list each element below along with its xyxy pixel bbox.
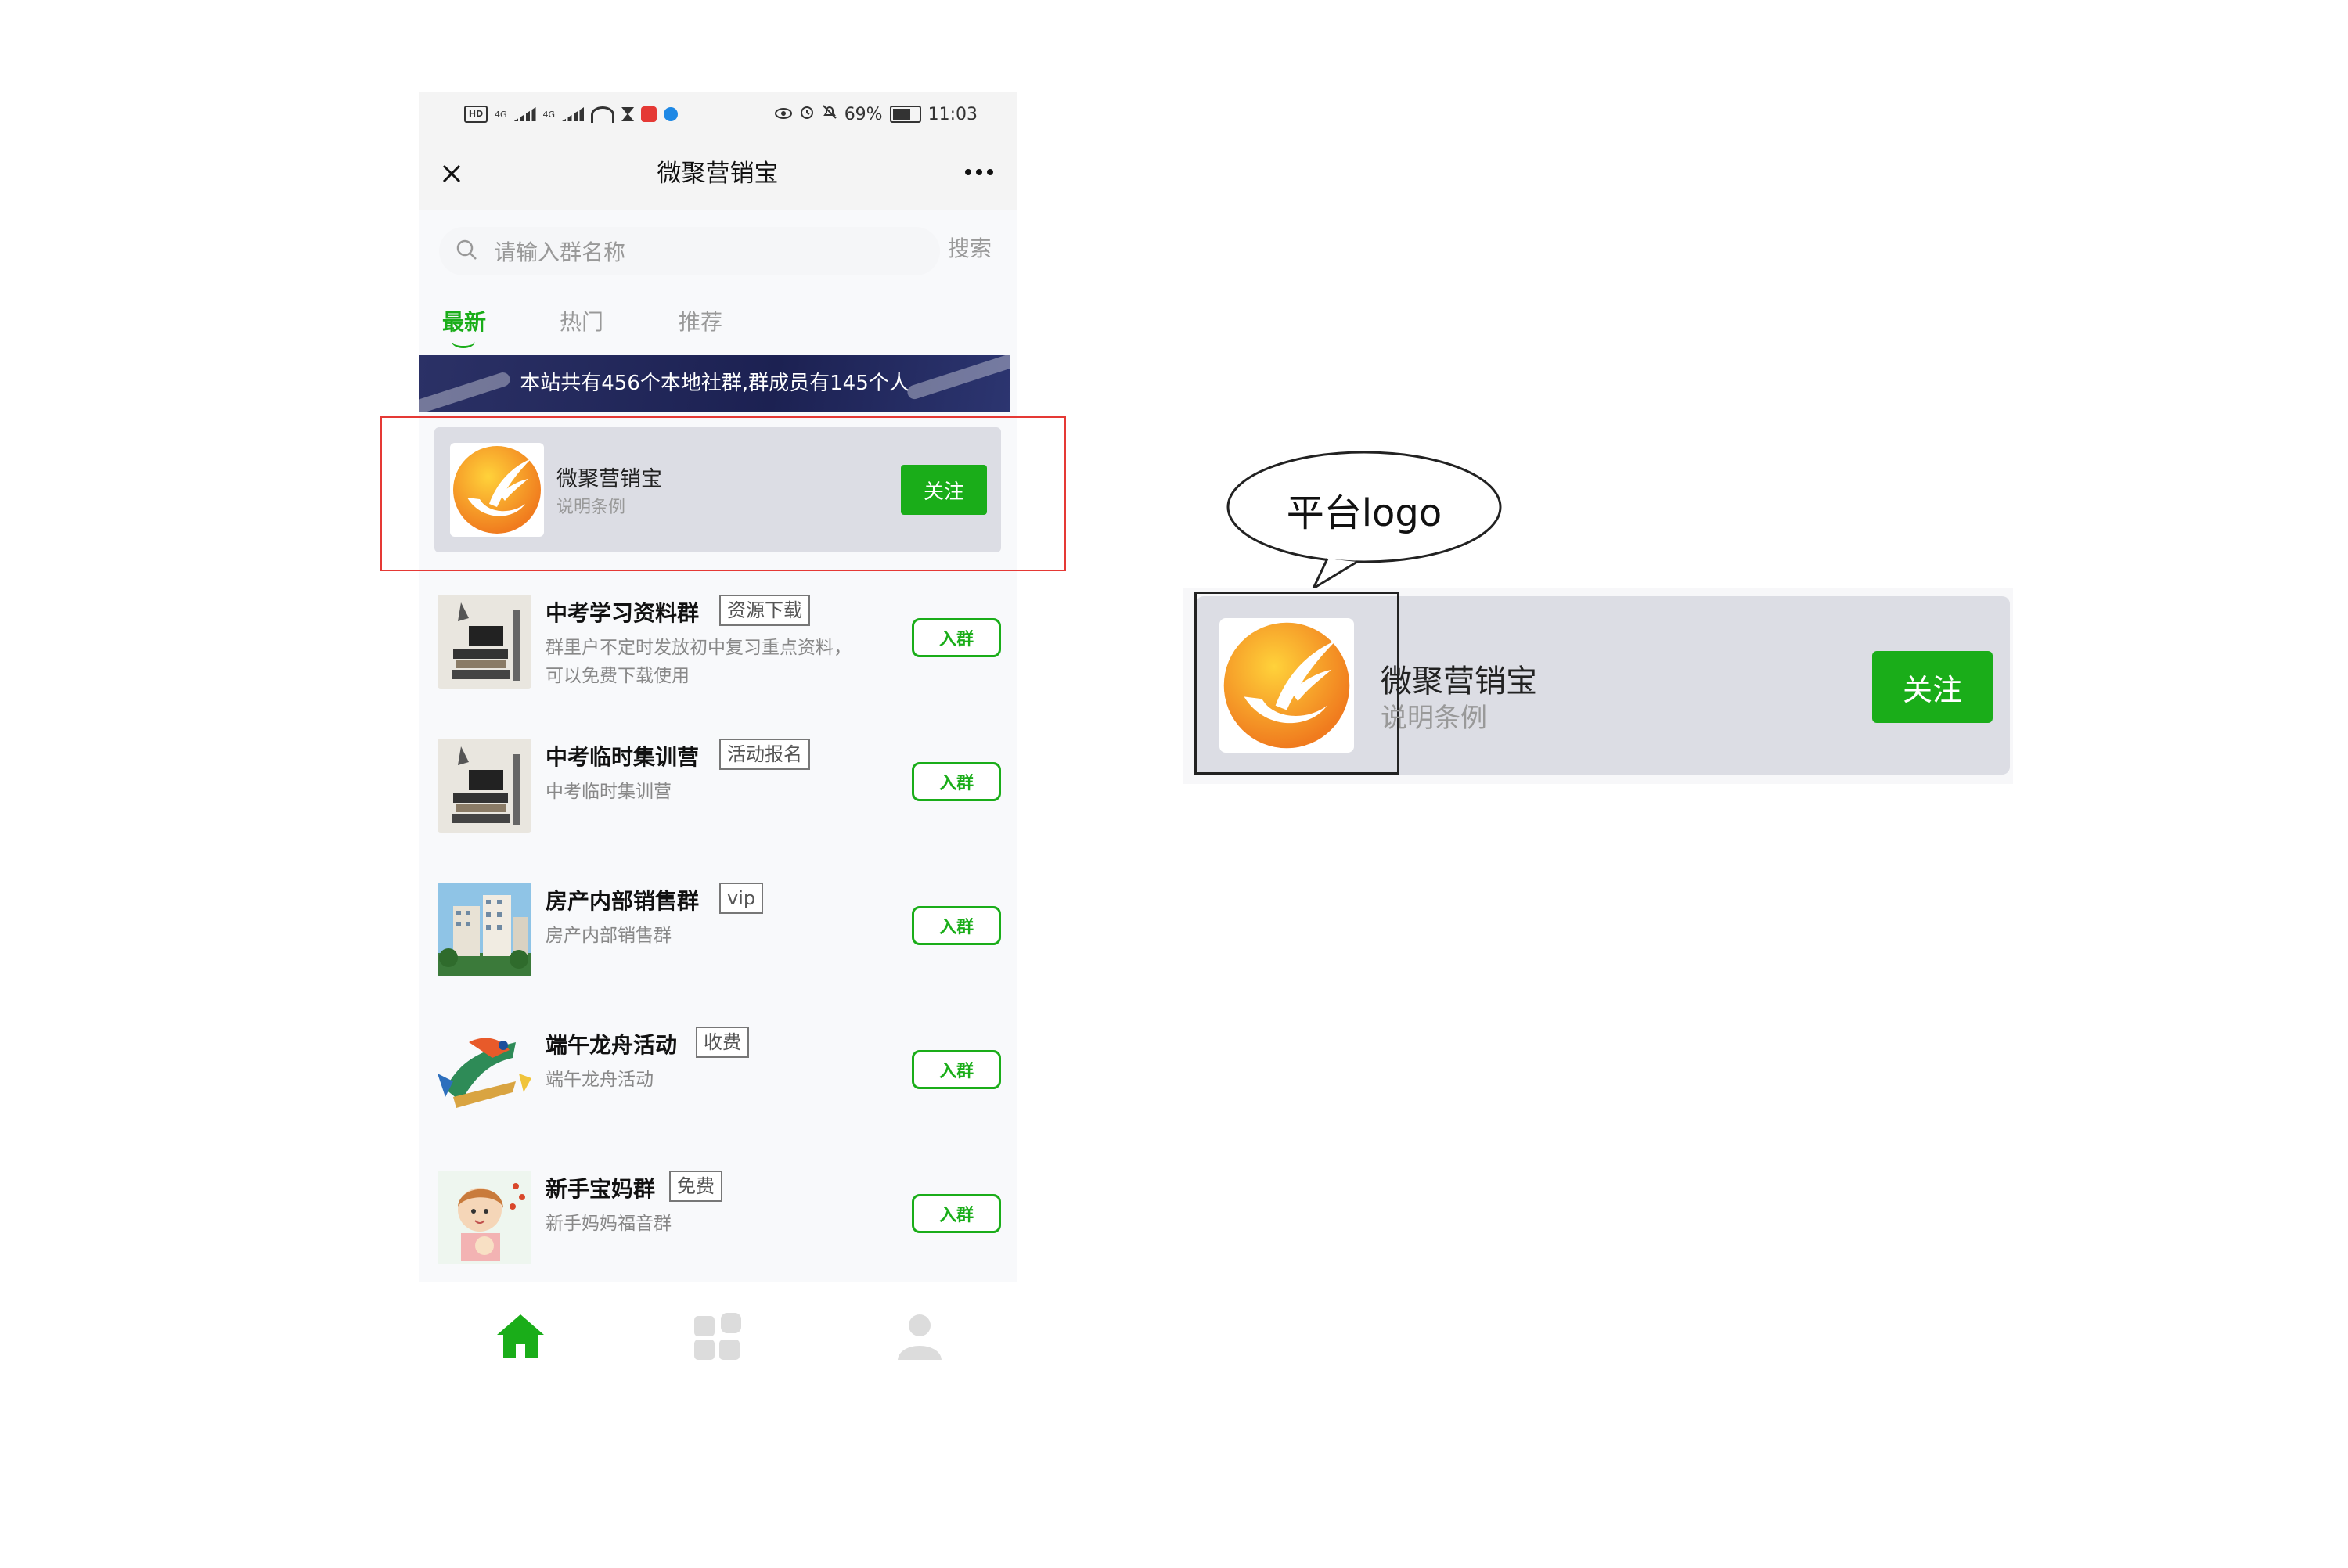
books-icon (438, 595, 531, 689)
search-button[interactable]: 搜索 (948, 232, 992, 263)
app-icon (641, 106, 657, 122)
highlight-box (380, 416, 1066, 571)
group-tag: 收费 (696, 1027, 749, 1058)
group-tag: 免费 (669, 1171, 722, 1202)
hourglass-icon (621, 107, 635, 121)
group-title: 中考学习资料群 (546, 600, 700, 626)
eye-icon (774, 105, 792, 124)
dragon-icon (438, 1027, 531, 1120)
stats-banner: 本站共有456个本地社群,群成员有145个人 (419, 355, 1010, 412)
clock-time: 11:03 (927, 104, 978, 124)
group-title: 中考临时集训营 (546, 744, 700, 770)
logo-callout-frame (1194, 592, 1399, 775)
mute-icon (822, 104, 837, 124)
network-type-label: 4G (542, 109, 556, 120)
platform-desc: 说明条例 (1381, 703, 1487, 734)
search-bar (439, 227, 940, 277)
group-list-item[interactable]: 房产内部销售群 vip 房产内部销售群 入群 (419, 865, 1017, 1010)
callout-text: 平台logo (1286, 491, 1442, 535)
apps-icon[interactable] (693, 1311, 743, 1361)
phone-screen: HD 4G 4G 69% 11:03 微聚营销宝 请输入群名称 搜索 最新 热门… (419, 92, 1017, 1282)
search-input[interactable] (492, 227, 934, 277)
zoomed-card-panel: 微聚营销宝 说明条例 关注 (1183, 588, 2013, 784)
mother-icon (438, 1171, 531, 1264)
bottom-tab-bar (419, 1288, 1017, 1382)
more-icon[interactable] (960, 161, 998, 185)
network-type-label: 4G (495, 109, 507, 120)
home-icon[interactable] (495, 1311, 546, 1361)
signal-icon (513, 107, 536, 121)
hd-icon: HD (464, 106, 488, 123)
tab-bar: 最新 热门 推荐 (419, 297, 1017, 352)
group-list-item[interactable]: 中考学习资料群 资源下载 群里户不定时发放初中复习重点资料，可以免费下载使用 入… (419, 577, 1017, 722)
wifi-icon (591, 106, 615, 123)
group-desc: 新手妈妈福音群 (546, 1214, 672, 1234)
battery-icon (889, 106, 921, 123)
search-icon (455, 238, 478, 261)
alarm-icon (799, 104, 815, 124)
join-group-button[interactable]: 入群 (912, 618, 1001, 657)
group-list-item[interactable]: 端午龙舟活动 收费 端午龙舟活动 入群 (419, 1009, 1017, 1154)
tab-recommended[interactable]: 推荐 (679, 305, 722, 336)
group-desc: 端午龙舟活动 (546, 1070, 654, 1090)
nav-bar: 微聚营销宝 (419, 138, 1017, 210)
join-group-button[interactable]: 入群 (912, 906, 1001, 945)
group-tag: 资源下载 (719, 595, 810, 626)
books-icon (438, 739, 531, 833)
group-desc: 群里户不定时发放初中复习重点资料，可以免费下载使用 (546, 638, 852, 686)
status-bar: HD 4G 4G 69% 11:03 (419, 92, 1017, 138)
signal-icon (562, 107, 585, 121)
app-icon (664, 107, 679, 121)
page-title: 微聚营销宝 (657, 160, 779, 188)
group-desc: 中考临时集训营 (546, 782, 672, 802)
user-icon[interactable] (895, 1311, 945, 1361)
banner-text: 本站共有456个本地社群,群成员有145个人 (520, 372, 909, 395)
battery-percent: 69% (844, 104, 883, 124)
close-icon[interactable] (434, 156, 469, 191)
group-desc: 房产内部销售群 (546, 926, 672, 946)
group-list-item[interactable]: 新手宝妈群 免费 新手妈妈福音群 入群 (419, 1153, 1017, 1282)
building-icon (438, 883, 531, 976)
zoomed-platform-card: 微聚营销宝 说明条例 关注 (1194, 592, 2010, 775)
join-group-button[interactable]: 入群 (912, 1194, 1001, 1233)
tab-hot[interactable]: 热门 (560, 305, 603, 336)
tab-latest[interactable]: 最新 (442, 305, 486, 336)
join-group-button[interactable]: 入群 (912, 1050, 1001, 1089)
platform-name: 微聚营销宝 (1381, 664, 1537, 699)
group-list-item[interactable]: 中考临时集训营 活动报名 中考临时集训营 入群 (419, 721, 1017, 866)
group-title: 房产内部销售群 (546, 888, 700, 914)
tab-active-indicator (452, 335, 475, 348)
follow-button[interactable]: 关注 (1872, 651, 1993, 723)
group-tag: vip (719, 883, 764, 914)
join-group-button[interactable]: 入群 (912, 762, 1001, 801)
group-tag: 活动报名 (719, 739, 810, 770)
group-title: 端午龙舟活动 (546, 1032, 678, 1058)
group-title: 新手宝妈群 (546, 1176, 656, 1202)
